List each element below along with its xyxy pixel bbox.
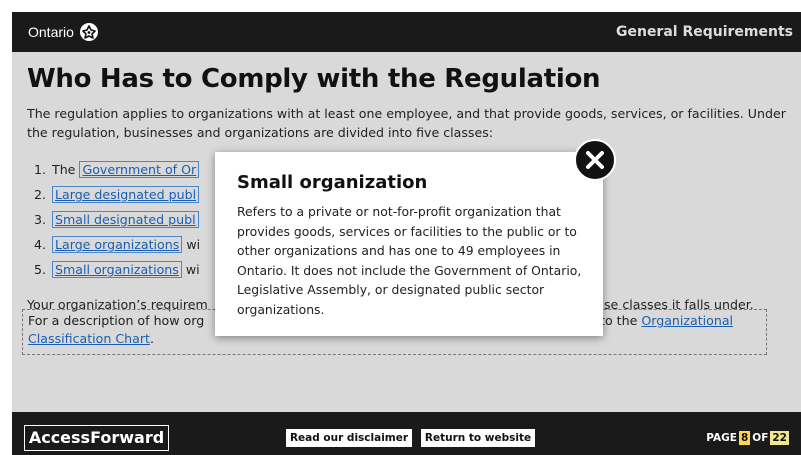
class-list: 1. The Government of Or 2. Large designate… bbox=[34, 157, 200, 282]
description-left: For a description of how org bbox=[28, 313, 205, 328]
description-end: . bbox=[149, 331, 154, 346]
list-number: 5. bbox=[34, 262, 47, 277]
glossary-term-link[interactable]: Large organizations bbox=[52, 236, 183, 253]
glossary-term-link[interactable]: Small designated publ bbox=[52, 211, 199, 228]
description-right: to the bbox=[600, 313, 642, 328]
page-title: Who Has to Comply with the Regulation bbox=[27, 64, 601, 94]
list-prefix: The bbox=[52, 162, 80, 177]
glossary-term-link[interactable]: Large designated publ bbox=[52, 186, 200, 203]
footer-bar: AccessForward Read our disclaimer Return… bbox=[12, 412, 801, 455]
trillium-icon bbox=[79, 23, 98, 41]
disclaimer-button[interactable]: Read our disclaimer bbox=[286, 429, 412, 447]
organizational-chart-link[interactable]: Organizational bbox=[641, 313, 733, 328]
list-number: 2. bbox=[34, 187, 47, 202]
list-item: 5. Small organizations wi bbox=[34, 257, 200, 282]
list-item: 4. Large organizations wi bbox=[34, 232, 200, 257]
page-indicator: PAGE 8 OF 22 bbox=[706, 430, 789, 446]
page-label: PAGE bbox=[706, 432, 737, 444]
glossary-term-link[interactable]: Small organizations bbox=[52, 261, 182, 278]
list-suffix: wi bbox=[182, 237, 201, 252]
list-number: 3. bbox=[34, 212, 47, 227]
list-item: 2. Large designated publ bbox=[34, 182, 200, 207]
classification-chart-link[interactable]: Classification Chart bbox=[28, 331, 150, 346]
brand-label: Ontario bbox=[28, 24, 74, 40]
list-number: 1. bbox=[34, 162, 47, 177]
accessforward-logo: AccessForward bbox=[24, 425, 169, 451]
definition-popup: Small organization Refers to a private o… bbox=[215, 152, 603, 336]
app-frame: Ontario General Requirements Who Has to … bbox=[0, 0, 801, 455]
ontario-logo: Ontario bbox=[28, 12, 98, 52]
section-title: General Requirements bbox=[615, 24, 793, 40]
return-to-website-button[interactable]: Return to website bbox=[421, 429, 535, 447]
list-number: 4. bbox=[34, 237, 47, 252]
close-x-icon bbox=[586, 151, 604, 169]
popup-title: Small organization bbox=[237, 172, 428, 193]
list-item: 3. Small designated publ bbox=[34, 207, 200, 232]
popup-body: Refers to a private or not-for-profit or… bbox=[237, 204, 582, 317]
total-pages: 22 bbox=[770, 431, 789, 445]
glossary-term-link[interactable]: Government of Or bbox=[79, 161, 200, 178]
intro-paragraph: The regulation applies to organizations … bbox=[27, 106, 786, 140]
current-page-number: 8 bbox=[738, 431, 751, 445]
page-of-label: OF bbox=[752, 432, 769, 444]
list-suffix: wi bbox=[181, 262, 200, 277]
close-icon[interactable] bbox=[574, 139, 616, 181]
top-bar: Ontario General Requirements bbox=[12, 12, 801, 52]
list-item: 1. The Government of Or bbox=[34, 157, 200, 182]
